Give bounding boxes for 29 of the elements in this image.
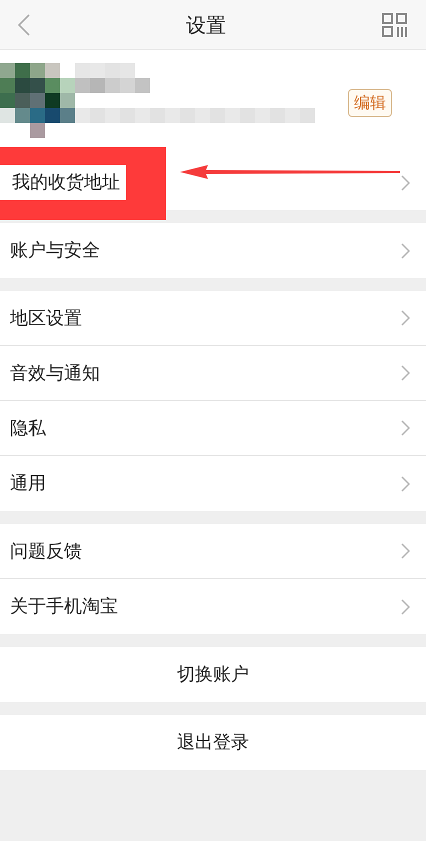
back-icon[interactable]: [18, 14, 30, 36]
action-button[interactable]: 切换账户: [0, 647, 426, 702]
row-label: 音效与通知: [9, 362, 100, 386]
settings-row[interactable]: 音效与通知: [0, 346, 426, 401]
chevron-right-icon: [400, 420, 410, 436]
row-label: 账户与安全: [9, 239, 100, 263]
row-label: 通用: [9, 472, 46, 496]
settings-row[interactable]: 关于手机淘宝: [0, 579, 426, 634]
action-button[interactable]: 退出登录: [0, 715, 426, 770]
row-label: 隐私: [9, 416, 46, 440]
chevron-right-icon: [400, 598, 410, 614]
settings-row[interactable]: 隐私: [0, 401, 426, 456]
grid-icon[interactable]: [382, 12, 408, 36]
chevron-right-icon: [400, 310, 410, 326]
row-label: 地区设置: [9, 306, 82, 330]
page-title: 设置: [186, 12, 226, 38]
settings-row[interactable]: 账户与安全: [0, 223, 426, 278]
chevron-right-icon: [400, 476, 410, 492]
chevron-right-icon: [400, 365, 410, 381]
row-label: 问题反馈: [9, 540, 82, 564]
chevron-right-icon: [400, 174, 410, 190]
settings-row[interactable]: 地区设置: [0, 291, 426, 346]
settings-row[interactable]: 问题反馈: [0, 524, 426, 579]
chevron-right-icon: [400, 543, 410, 559]
row-label: 关于手机淘宝: [9, 595, 118, 619]
settings-row[interactable]: 通用: [0, 456, 426, 511]
row-label: 我的收货地址: [0, 165, 126, 200]
edit-button[interactable]: 编辑: [348, 88, 392, 116]
chevron-right-icon: [400, 242, 410, 258]
